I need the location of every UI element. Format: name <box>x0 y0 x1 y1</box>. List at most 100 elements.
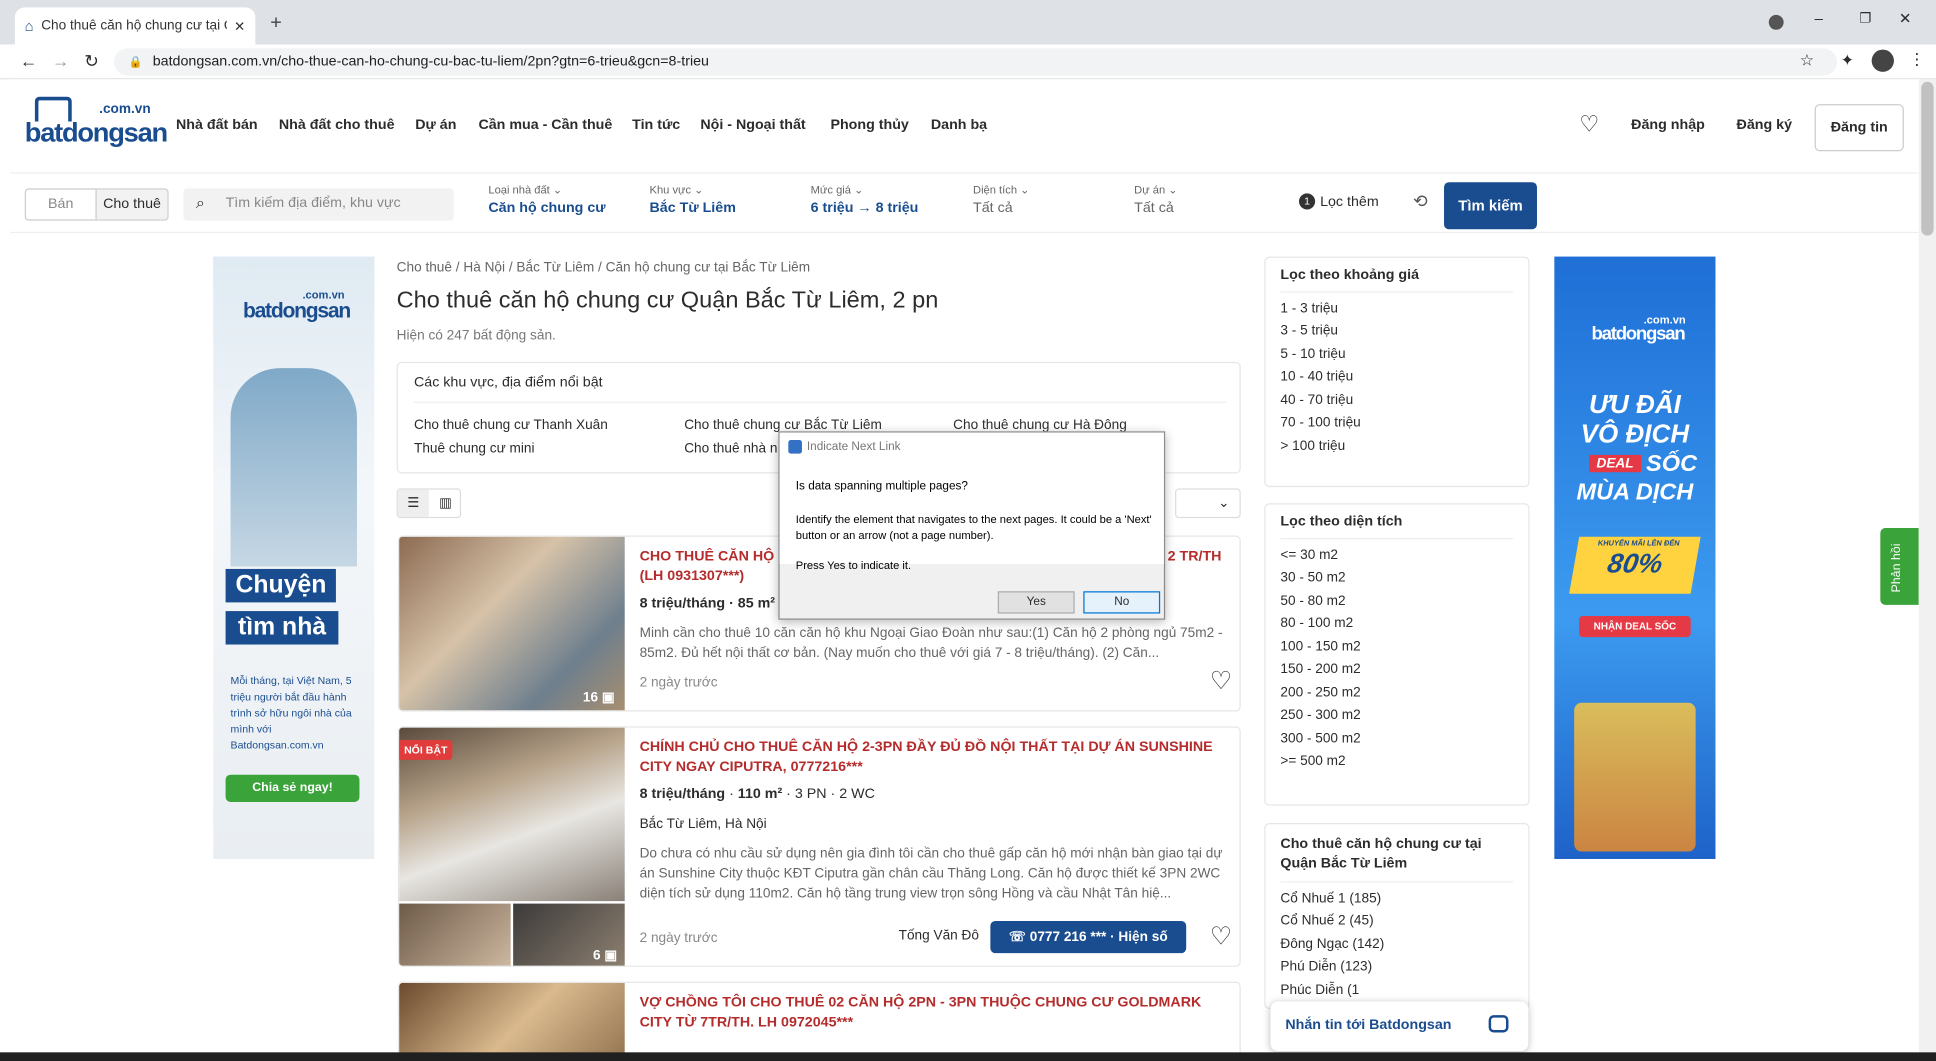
extensions-icon[interactable]: ✦ <box>1841 51 1855 71</box>
sort-dropdown[interactable]: ⌄ <box>1175 488 1241 519</box>
nav-phong-thuy[interactable]: Phong thủy <box>830 118 908 133</box>
area-option[interactable]: 100 - 150 m2 <box>1280 639 1513 654</box>
register-link[interactable]: Đăng ký <box>1737 118 1792 133</box>
dialog-no-button[interactable]: No <box>1083 591 1161 614</box>
sell-tab[interactable]: Bán <box>26 190 95 220</box>
listing-title-line2[interactable]: (LH 0931307***) <box>640 569 745 584</box>
post-button[interactable]: Đăng tin <box>1814 104 1904 152</box>
dialog-yes-button[interactable]: Yes <box>997 591 1075 614</box>
project-filter[interactable]: Dự án ⌄ Tất cả <box>1134 183 1177 215</box>
area-option[interactable]: 150 - 200 m2 <box>1280 662 1513 677</box>
avatar[interactable] <box>1871 49 1894 72</box>
listing-card[interactable]: NỔI BẬT 6 ▣ CHÍNH CHỦ CHO THUÊ CĂN HỘ 2-… <box>397 726 1241 967</box>
breadcrumb-item[interactable]: Cho thuê <box>397 260 452 275</box>
left-banner-ad[interactable]: .com.vn batdongsan Chuyện tìm nhà Mỗi th… <box>213 256 375 859</box>
area-option[interactable]: 50 - 80 m2 <box>1280 593 1513 608</box>
feedback-tab[interactable]: Phản hồi <box>1880 528 1919 605</box>
featured-link[interactable]: Cho thuê chung cư Thanh Xuân <box>414 418 608 433</box>
price-option[interactable]: > 100 triệu <box>1280 438 1513 453</box>
district-option[interactable]: Cổ Nhuế 1 (185) <box>1280 891 1513 906</box>
listing-thumb[interactable] <box>399 903 511 966</box>
scrollbar-thumb[interactable] <box>1921 81 1934 236</box>
save-heart-icon[interactable]: ♡ <box>1210 666 1232 697</box>
nav-cho-thue[interactable]: Nhà đất cho thuê <box>279 118 395 133</box>
size-filter[interactable]: Diện tích ⌄ Tất cả <box>973 183 1029 215</box>
type-filter[interactable]: Loại nhà đất ⌄ Căn hộ chung cư <box>488 183 605 215</box>
forward-icon[interactable]: → <box>52 51 69 71</box>
save-heart-icon[interactable]: ♡ <box>1210 921 1232 952</box>
price-option[interactable]: 5 - 10 triệu <box>1280 346 1513 361</box>
reset-filter-icon[interactable]: ⟲ <box>1413 191 1428 212</box>
district-option[interactable]: Phú Diễn (123) <box>1280 959 1513 974</box>
area-option[interactable]: 200 - 250 m2 <box>1280 685 1513 700</box>
nav-ban[interactable]: Nhà đất bán <box>176 118 258 133</box>
browser-tab[interactable]: ⌂ Cho thuê căn hộ chung cư tại Qu ✕ <box>14 7 256 45</box>
login-link[interactable]: Đăng nhập <box>1631 118 1705 133</box>
area-option[interactable]: 250 - 300 m2 <box>1280 708 1513 723</box>
price-option[interactable]: 10 - 40 triệu <box>1280 369 1513 384</box>
listing-title[interactable]: VỢ CHỒNG TÔI CHO THUÊ 02 CĂN HỘ 2PN - 3P… <box>640 993 1228 1033</box>
rent-tab[interactable]: Cho thuê <box>95 189 168 220</box>
nav-tin-tuc[interactable]: Tin tức <box>632 118 680 133</box>
listing-thumb[interactable]: 6 ▣ <box>513 903 625 966</box>
district-option[interactable]: Đông Ngạc (142) <box>1280 936 1513 951</box>
show-phone-button[interactable]: ☏ 0777 216 *** · Hiện số <box>990 920 1187 954</box>
chat-widget[interactable]: Nhắn tin tới Batdongsan <box>1270 1001 1529 1052</box>
nav-can-mua[interactable]: Cần mua - Cần thuê <box>478 118 612 133</box>
area-filter[interactable]: Khu vực ⌄ Bắc Từ Liêm <box>649 183 735 215</box>
district-option[interactable]: Phúc Diễn (1 <box>1280 982 1513 997</box>
area-option[interactable]: 300 - 500 m2 <box>1280 731 1513 746</box>
minimize-icon[interactable]: – <box>1815 10 1823 27</box>
area-option[interactable]: 30 - 50 m2 <box>1280 570 1513 585</box>
price-option[interactable]: 3 - 5 triệu <box>1280 324 1513 339</box>
close-tab-icon[interactable]: ✕ <box>234 18 245 34</box>
featured-link[interactable]: Thuê chung cư mini <box>414 441 535 456</box>
nav-danh-ba[interactable]: Danh bạ <box>931 118 987 133</box>
site-logo[interactable]: .com.vn batdongsan <box>25 96 168 154</box>
area-option[interactable]: 80 - 100 m2 <box>1280 616 1513 631</box>
listing-photo[interactable] <box>399 982 625 1061</box>
breadcrumb-item[interactable]: Bắc Từ Liêm <box>516 260 594 275</box>
close-window-icon[interactable]: ✕ <box>1899 10 1911 27</box>
back-icon[interactable]: ← <box>20 51 37 71</box>
new-tab-icon[interactable]: + <box>270 12 282 34</box>
nav-du-an[interactable]: Dự án <box>415 118 456 133</box>
featured-link[interactable]: Cho thuê chung cư Hà Đông <box>953 418 1127 433</box>
bookmark-star-icon[interactable]: ☆ <box>1800 51 1814 71</box>
profile-menu-icon[interactable] <box>1768 14 1784 30</box>
featured-link[interactable]: Cho thuê nhà n <box>684 441 777 456</box>
listing-photo[interactable]: 16 ▣ <box>399 536 625 711</box>
listing-title-tail[interactable]: 2 TR/TH <box>1168 547 1222 567</box>
search-box[interactable]: ⌕ Tìm kiếm địa điểm, khu vực <box>183 188 454 221</box>
more-filters-button[interactable]: 1 Lọc thêm <box>1298 193 1379 210</box>
ad-headline-1: ƯU ĐÃI <box>1588 390 1681 419</box>
list-view-icon[interactable]: ☰ <box>397 489 429 517</box>
size-filter-value: Tất cả <box>973 200 1013 216</box>
listing-title[interactable]: CHO THUÊ CĂN HỘ DU <box>640 549 799 564</box>
scrollbar[interactable] <box>1918 79 1936 1061</box>
breadcrumb-item[interactable]: Hà Nội <box>463 260 505 275</box>
area-option[interactable]: <= 30 m2 <box>1280 547 1513 562</box>
grid-view-icon[interactable]: ▥ <box>430 490 461 517</box>
featured-link[interactable]: Cho thuê chung cư Bắc Từ Liêm <box>684 418 882 433</box>
price-option[interactable]: 40 - 70 triệu <box>1280 392 1513 407</box>
price-option[interactable]: 1 - 3 triệu <box>1280 301 1513 316</box>
district-option[interactable]: Cổ Nhuế 2 (45) <box>1280 914 1513 929</box>
listing-title[interactable]: CHÍNH CHỦ CHO THUÊ CĂN HỘ 2-3PN ĐẦY ĐỦ Đ… <box>640 738 1228 778</box>
restore-icon[interactable]: ❐ <box>1859 10 1871 26</box>
search-button[interactable]: Tìm kiếm <box>1444 182 1537 230</box>
search-input[interactable]: Tìm kiếm địa điểm, khu vực <box>226 196 401 211</box>
reload-icon[interactable]: ↻ <box>84 51 99 72</box>
price-filter[interactable]: Mức giá ⌄ 6 triệu → 8 triệu <box>811 183 919 215</box>
browser-menu-icon[interactable]: ⋮ <box>1909 50 1925 70</box>
address-bar[interactable]: 🔒 batdongsan.com.vn/cho-thue-can-ho-chun… <box>114 48 1837 76</box>
ad-cta-button[interactable]: Chia sẻ ngay! <box>225 774 360 802</box>
price-option[interactable]: 70 - 100 triệu <box>1280 415 1513 430</box>
ad-cta-button[interactable]: NHẬN DEAL SỐC <box>1579 616 1691 638</box>
favorites-heart-icon[interactable]: ♡ <box>1579 112 1599 138</box>
listing-card[interactable]: VỢ CHỒNG TÔI CHO THUÊ 02 CĂN HỘ 2PN - 3P… <box>397 981 1241 1061</box>
right-banner-ad[interactable]: .com.vn batdongsan ƯU ĐÃI VÔ ĐỊCH DEAL S… <box>1554 256 1716 859</box>
nav-noi-ngoai-that[interactable]: Nội - Ngoại thất <box>700 118 805 133</box>
area-option[interactable]: >= 500 m2 <box>1280 754 1513 769</box>
breadcrumb-item[interactable]: Căn hộ chung cư tại Bắc Từ Liêm <box>606 260 810 275</box>
